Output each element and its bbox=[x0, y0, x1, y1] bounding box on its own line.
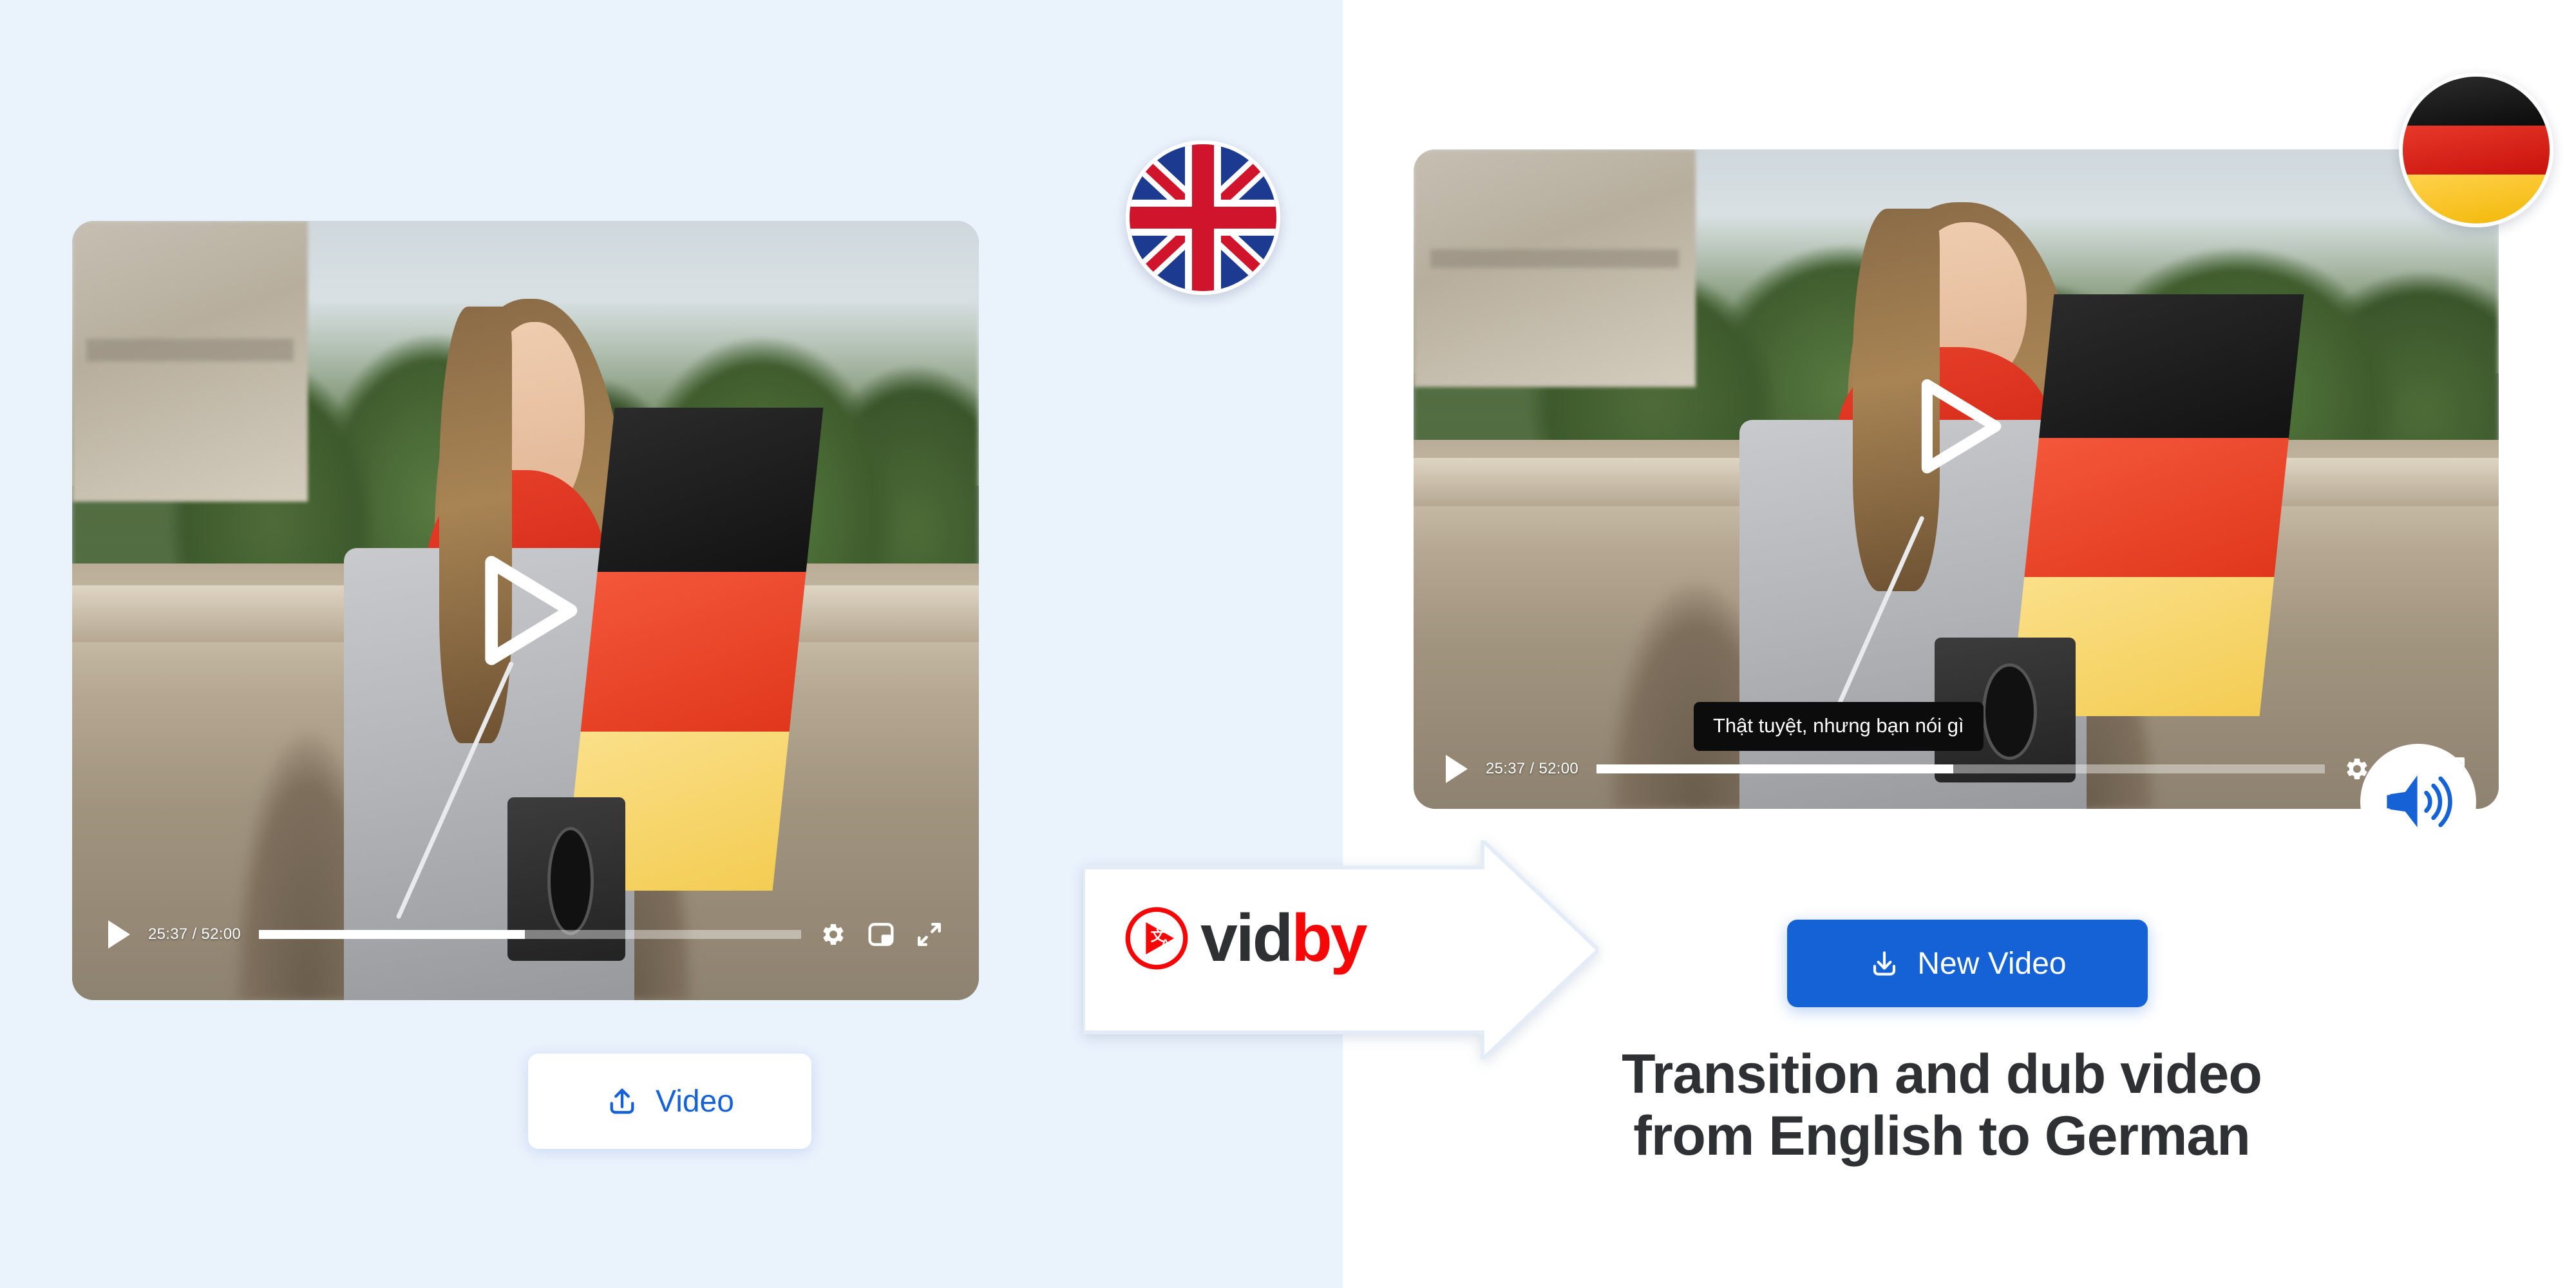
headline-line-2: from English to German bbox=[1633, 1105, 2251, 1168]
play-triangle-icon bbox=[1921, 379, 2001, 474]
play-triangle-icon bbox=[485, 556, 578, 665]
subtitle-overlay: Thật tuyệt, nhưng bạn nói gì bbox=[1694, 702, 1984, 751]
vidby-wordmark: vidby bbox=[1200, 905, 1368, 972]
upload-icon bbox=[610, 1088, 634, 1114]
download-new-video-button[interactable]: New Video bbox=[1787, 920, 2148, 1007]
uk-flag-icon bbox=[1130, 144, 1276, 291]
audio-dubbing-badge[interactable] bbox=[2360, 744, 2476, 860]
upload-video-label: Video bbox=[656, 1084, 734, 1119]
upload-video-button[interactable]: Video bbox=[528, 1054, 811, 1149]
headline-line-1: Transition and dub video bbox=[1622, 1043, 2262, 1105]
vidby-brand-arrow: 文 A vidby bbox=[1083, 840, 1598, 1059]
download-new-video-label: New Video bbox=[1917, 946, 2067, 981]
target-language-flag-badge bbox=[2399, 73, 2553, 227]
speaker-wave-icon bbox=[2387, 775, 2452, 828]
source-language-flag-badge bbox=[1126, 140, 1280, 295]
brand-name-part1: vid bbox=[1200, 901, 1293, 976]
svg-text:A: A bbox=[1161, 937, 1170, 950]
download-icon bbox=[1873, 951, 1896, 976]
brand-name-part2: by bbox=[1291, 901, 1367, 976]
page-title: Transition and dub video from English to… bbox=[1346, 1043, 2537, 1168]
de-flag-icon bbox=[2403, 77, 2550, 223]
vidby-translate-play-icon: 文 A bbox=[1125, 907, 1188, 970]
source-video-player[interactable]: 25:37 / 52:00 bbox=[72, 221, 979, 1000]
